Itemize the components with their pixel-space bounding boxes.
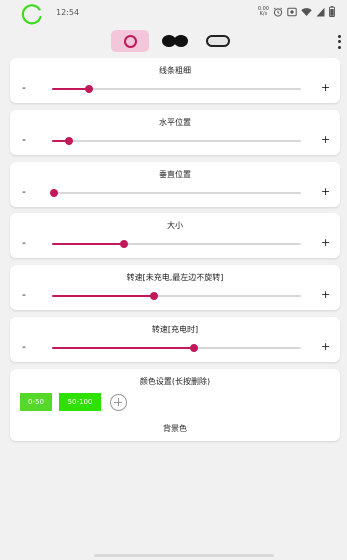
menu-dot	[337, 35, 341, 39]
slider-card-horizontal-position: 水平位置 - +	[10, 110, 340, 155]
wifi-icon	[301, 7, 312, 16]
gesture-bar	[94, 554, 274, 557]
pill-mode-button[interactable]	[203, 30, 233, 52]
pill-mode-icon	[206, 35, 230, 47]
ring-mode-button[interactable]	[111, 30, 149, 52]
slider-thumb[interactable]	[150, 292, 159, 300]
slider-track[interactable]	[52, 137, 301, 145]
goggles-mode-button[interactable]	[158, 30, 192, 52]
status-ring-icon	[21, 4, 42, 25]
more-menu-icon[interactable]	[335, 34, 343, 50]
slider-title: 水平位置	[159, 118, 191, 127]
slider-title: 转速[充电时]	[151, 325, 199, 334]
decrease-button[interactable]: -	[22, 186, 26, 198]
increase-button[interactable]: +	[321, 237, 330, 249]
slider-track[interactable]	[52, 292, 301, 300]
slider-fill	[52, 295, 155, 297]
color-settings-card: 颜色设置(长按删除) 0-50 50-100 背景色	[10, 369, 340, 441]
slider-thumb[interactable]	[50, 189, 59, 197]
ring-mode-icon	[123, 34, 137, 48]
slider-thumb[interactable]	[120, 240, 129, 248]
decrease-button[interactable]: -	[22, 237, 26, 249]
increase-button[interactable]: +	[321, 289, 330, 301]
slider-title: 线条粗细	[159, 66, 191, 75]
slider-card-line-width: 线条粗细 - +	[10, 58, 340, 103]
status-icons: 0.00 K/s	[258, 6, 335, 17]
goggles-right-lens-icon	[174, 35, 188, 47]
background-color-label[interactable]: 背景色	[10, 423, 340, 434]
slider-track[interactable]	[52, 240, 301, 248]
net-speed-unit: K/s	[259, 10, 268, 17]
slider-title: 垂直位置	[159, 170, 191, 179]
slider-card-size: 大小 - +	[10, 213, 340, 258]
slider-fill	[52, 347, 194, 349]
status-time: 12:54	[56, 8, 80, 17]
add-color-icon[interactable]	[110, 394, 127, 411]
menu-dot	[337, 45, 341, 49]
slider-thumb[interactable]	[189, 344, 198, 352]
slider-track[interactable]	[52, 344, 301, 352]
battery-icon	[329, 6, 335, 17]
decrease-button[interactable]: -	[22, 341, 26, 353]
increase-button[interactable]: +	[321, 82, 330, 94]
decrease-button[interactable]: -	[22, 289, 26, 301]
slider-track[interactable]	[50, 189, 301, 197]
increase-button[interactable]: +	[321, 341, 330, 353]
slider-card-vertical-position: 垂直位置 - +	[10, 162, 340, 207]
color-settings-title: 颜色设置(长按删除)	[139, 377, 211, 386]
decrease-button[interactable]: -	[22, 134, 26, 146]
net-speed: 0.00 K/s	[258, 6, 269, 17]
signal-icon	[316, 7, 325, 16]
slider-card-speed-uncharged: 转速[未充电,最左边不旋转] - +	[10, 265, 340, 310]
color-swatch-0-50[interactable]: 0-50	[20, 393, 52, 411]
increase-button[interactable]: +	[321, 134, 330, 146]
increase-button[interactable]: +	[321, 186, 330, 198]
color-swatch-50-100[interactable]: 50-100	[59, 393, 101, 411]
menu-dot	[337, 40, 341, 44]
mode-selector	[0, 30, 347, 54]
slider-title: 转速[未充电,最左边不旋转]	[126, 273, 224, 282]
slider-fill	[52, 243, 125, 245]
decrease-button[interactable]: -	[22, 82, 26, 94]
alarm-icon	[273, 7, 283, 17]
slider-card-speed-charging: 转速[充电时] - +	[10, 317, 340, 362]
status-bar: 12:54 0.00 K/s	[0, 0, 347, 26]
screen-record-icon	[287, 7, 297, 16]
slider-thumb[interactable]	[65, 137, 74, 145]
slider-title: 大小	[167, 221, 183, 230]
slider-thumb[interactable]	[85, 85, 94, 93]
slider-fill	[52, 88, 90, 90]
slider-track[interactable]	[52, 85, 301, 93]
